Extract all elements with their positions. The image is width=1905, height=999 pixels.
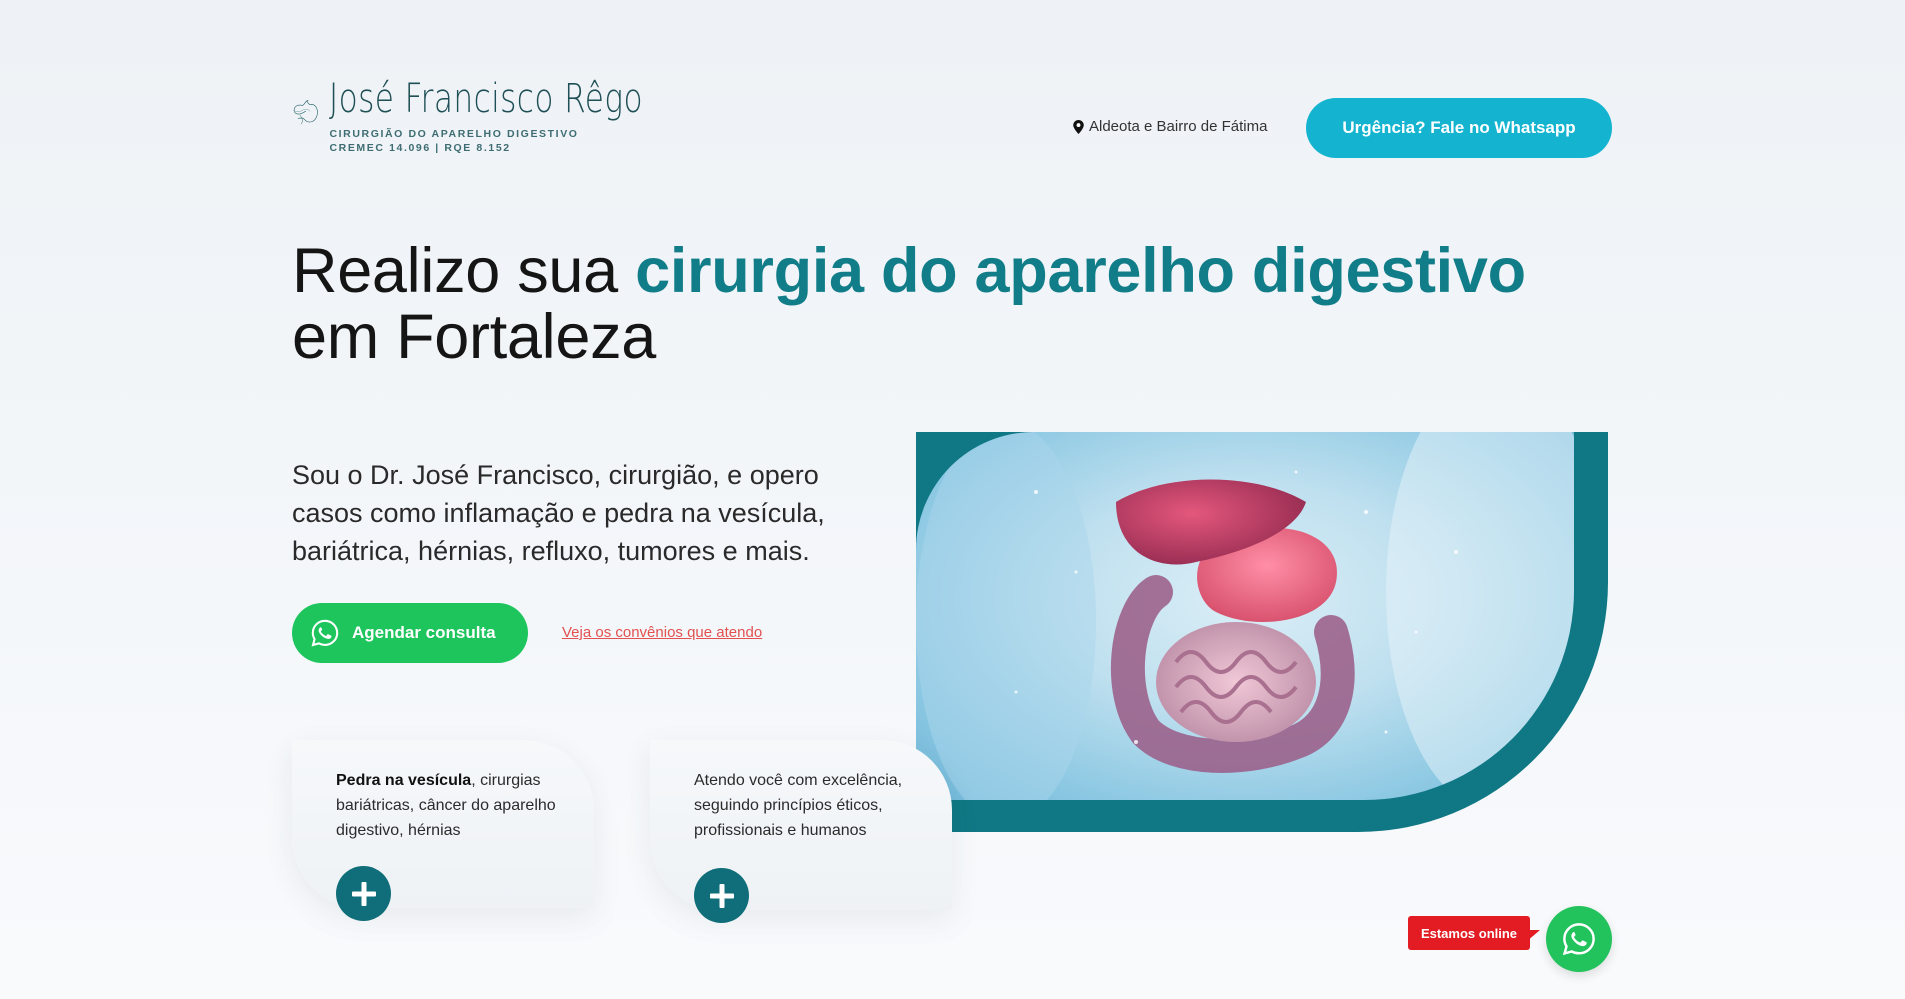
online-status-badge[interactable]: Estamos online: [1408, 916, 1530, 950]
headline-part2: em Fortaleza: [292, 302, 657, 372]
card-1-bold: Pedra na vesícula: [336, 772, 472, 789]
plus-icon: [709, 883, 734, 908]
logo-registry: CREMEC 14.096 | RQE 8.152: [329, 142, 511, 154]
card-1-text: Pedra na vesícula, cirurgias bariátricas…: [336, 768, 574, 843]
map-pin-icon: [1073, 119, 1084, 134]
service-card-1: Pedra na vesícula, cirurgias bariátricas…: [292, 740, 594, 921]
card-2-text: Atendo você com excelência, seguindo pri…: [694, 768, 932, 843]
hero-headline: Realizo sua cirurgia do aparelho digesti…: [292, 238, 1526, 370]
card-1-expand-button[interactable]: [336, 866, 391, 921]
urgent-whatsapp-button[interactable]: Urgência? Fale no Whatsapp: [1306, 98, 1612, 158]
whatsapp-icon: [311, 619, 339, 647]
service-card-2: Atendo você com excelência, seguindo pri…: [650, 740, 952, 923]
logo-subtitle: CIRURGIÃO DO APARELHO DIGESTIVO: [329, 128, 579, 140]
stomach-logo-icon: [293, 99, 318, 125]
headline-highlight: cirurgia do aparelho digestivo: [635, 236, 1526, 306]
headline-part1: Realizo sua: [292, 236, 636, 306]
card-2-rest: Atendo você com excelência, seguindo pri…: [694, 772, 903, 839]
online-badge-tail: [1526, 930, 1540, 942]
card-2-expand-button[interactable]: [694, 868, 749, 923]
location: Aldeota e Bairro de Fátima: [1073, 118, 1267, 135]
agendar-consulta-button[interactable]: Agendar consulta: [292, 603, 528, 663]
location-text: Aldeota e Bairro de Fátima: [1089, 118, 1268, 135]
convenios-link[interactable]: Veja os convênios que atendo: [562, 624, 762, 641]
plus-icon: [351, 881, 376, 906]
hero-subtext: Sou o Dr. José Francisco, cirurgião, e o…: [292, 460, 825, 566]
whatsapp-icon: [1562, 923, 1595, 956]
hero-image-digestive-system: [916, 432, 1574, 800]
agendar-label: Agendar consulta: [352, 623, 496, 642]
logo-name: José Francisco Rêgo: [329, 76, 644, 122]
logo[interactable]: José Francisco Rêgo CIRURGIÃO DO APARELH…: [292, 60, 732, 165]
whatsapp-float-button[interactable]: [1546, 906, 1612, 972]
